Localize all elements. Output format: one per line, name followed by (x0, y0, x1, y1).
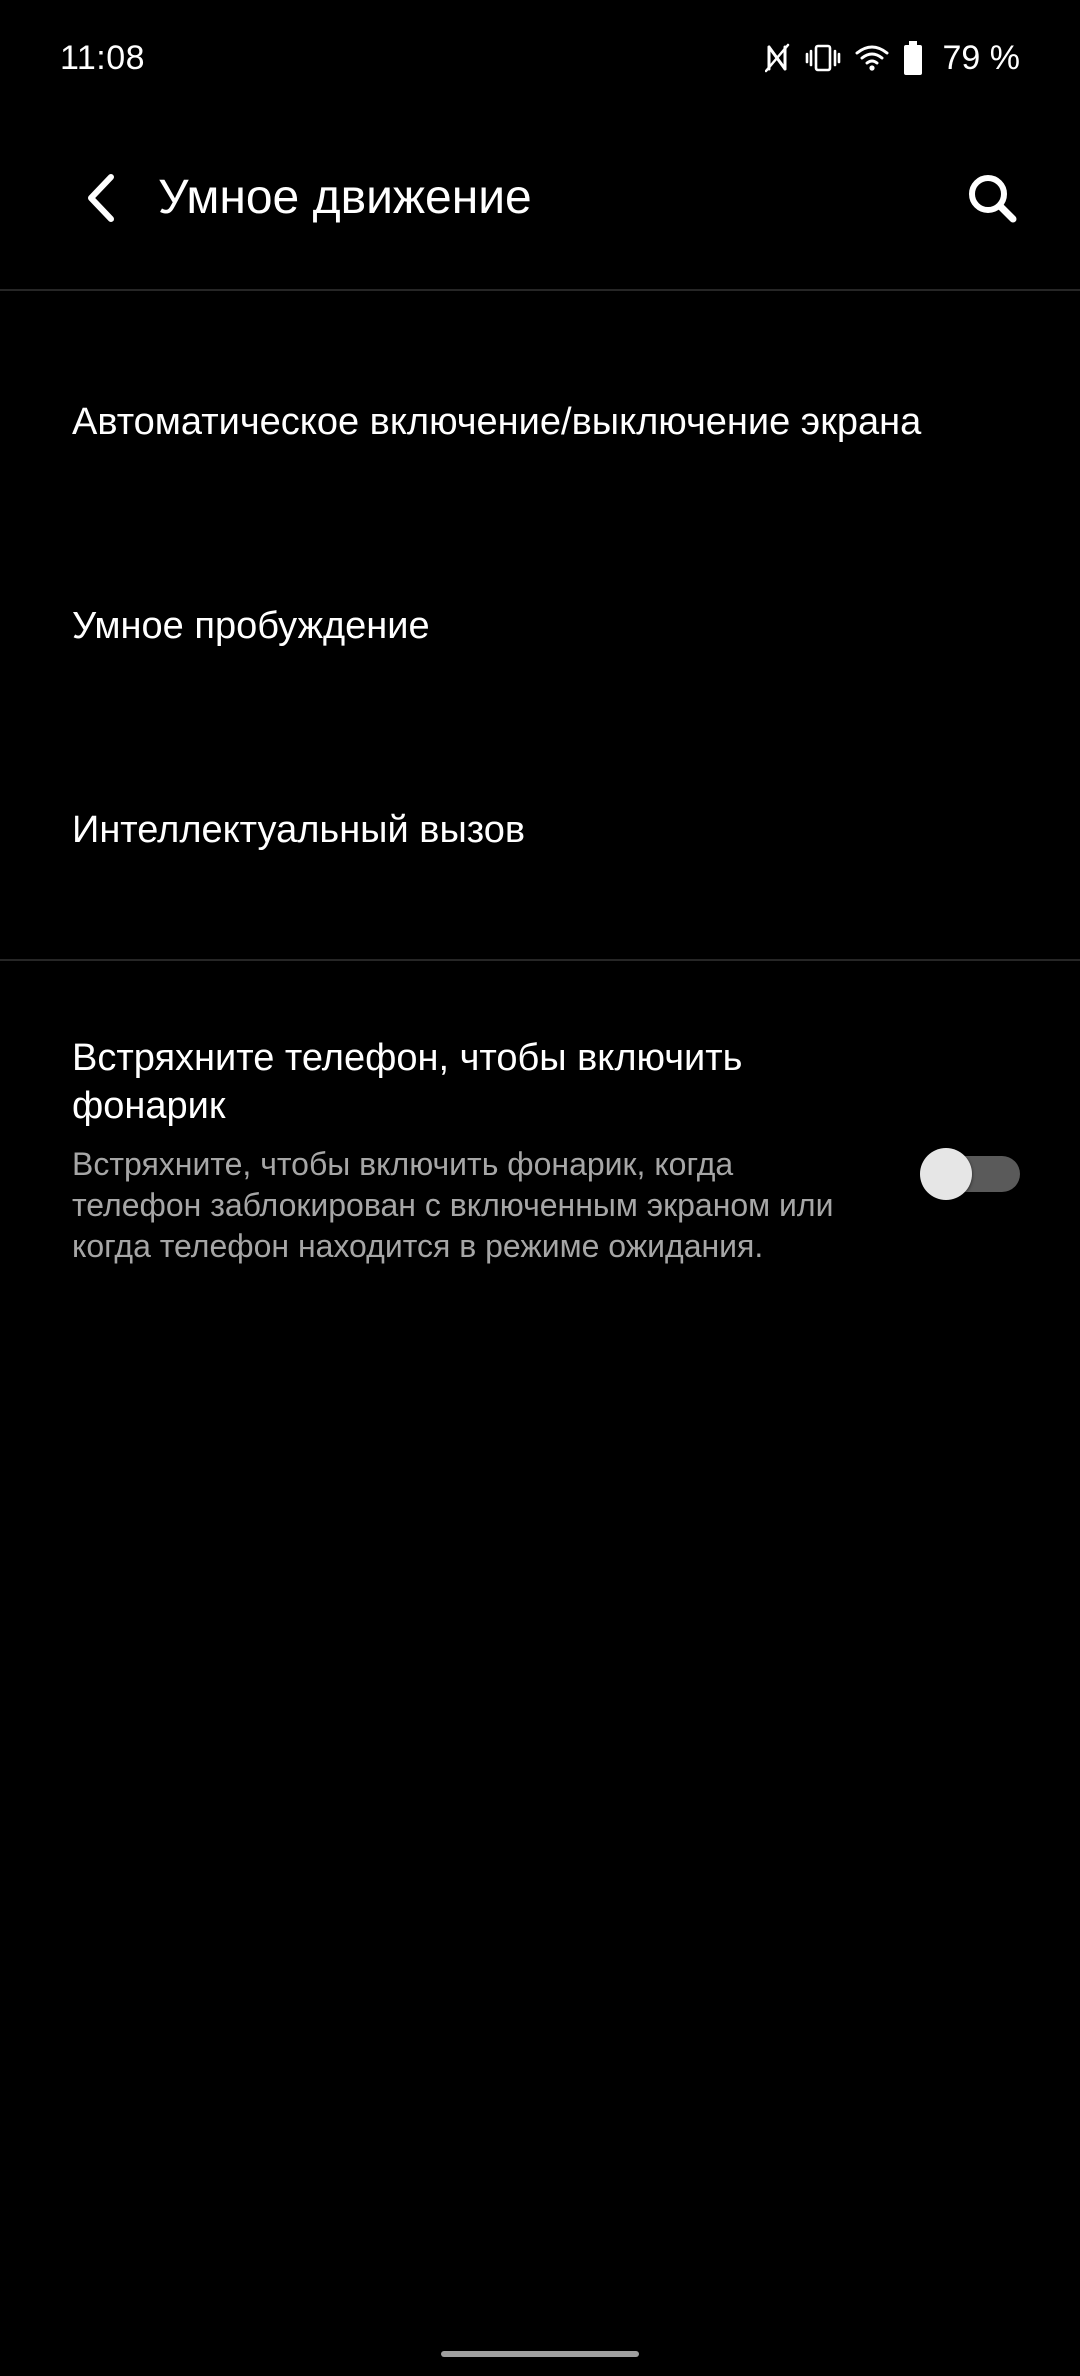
wifi-icon (855, 43, 889, 73)
menu-item-label: Автоматическое включение/выключение экра… (72, 400, 922, 443)
menu-item-smart-call[interactable]: Интеллектуальный вызов (0, 728, 1080, 932)
flashlight-toggle-row[interactable]: Встряхните телефон, чтобы включить фонар… (0, 1010, 1080, 1330)
menu-item-auto-screen[interactable]: Автоматическое включение/выключение экра… (0, 320, 1080, 524)
search-button[interactable] (952, 160, 1032, 240)
status-time: 11:08 (60, 39, 146, 77)
page-title: Умное движение (158, 171, 532, 224)
menu-item-label: Интеллектуальный вызов (72, 808, 526, 851)
status-bar: 11:08 79 % (0, 0, 1080, 110)
back-button[interactable] (60, 160, 140, 240)
battery-icon (903, 41, 923, 75)
menu-item-smart-wake[interactable]: Умное пробуждение (0, 524, 1080, 728)
search-icon (966, 172, 1018, 229)
flashlight-description: Встряхните, чтобы включить фонарик, когд… (72, 1146, 834, 1264)
switch-thumb (920, 1148, 972, 1200)
back-arrow-icon (83, 173, 117, 228)
menu-item-label: Умное пробуждение (72, 604, 430, 647)
flashlight-title: Встряхните телефон, чтобы включить фонар… (72, 1037, 743, 1127)
status-icons: 79 % (764, 36, 1021, 80)
vibrate-icon (805, 43, 841, 73)
divider (0, 959, 1080, 961)
divider (0, 289, 1080, 291)
battery-percent: 79 % (942, 39, 1021, 77)
nfc-icon (764, 43, 791, 73)
flashlight-switch[interactable] (920, 1142, 1020, 1206)
app-bar: Умное движение (0, 110, 1080, 290)
gesture-nav-handle[interactable] (441, 2351, 639, 2357)
